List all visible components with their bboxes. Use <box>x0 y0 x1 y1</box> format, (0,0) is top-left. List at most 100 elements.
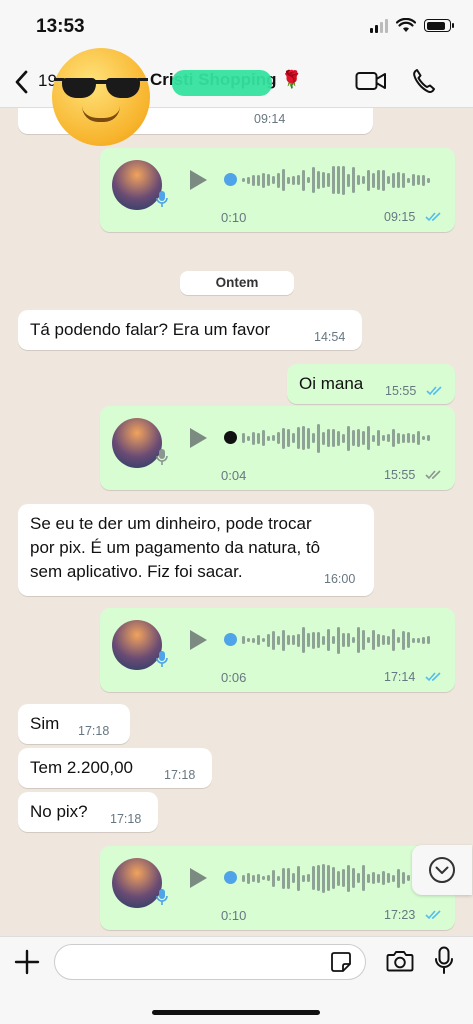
message-time: 17:14 <box>384 670 416 684</box>
playback-dot[interactable] <box>224 871 237 884</box>
waveform-bar <box>272 630 275 650</box>
playback-dot[interactable] <box>224 633 237 646</box>
waveform-bar <box>302 169 305 191</box>
waveform-bar <box>297 865 300 891</box>
phone-call-icon[interactable] <box>412 68 436 94</box>
plus-icon[interactable] <box>14 949 40 975</box>
message-time: 17:23 <box>384 908 416 922</box>
waveform-bar <box>292 873 295 883</box>
waveform-bar <box>357 429 360 447</box>
waveform-bar <box>262 638 265 642</box>
waveform-bar <box>362 630 365 650</box>
play-icon[interactable] <box>188 629 208 651</box>
waveform-bar <box>397 172 400 188</box>
message-bubble[interactable]: Se eu te der um dinheiro, pode trocar po… <box>18 504 374 596</box>
message-text: Oi mana <box>299 374 364 393</box>
message-bubble[interactable]: Sim 17:18 <box>18 704 130 744</box>
sticker-icon[interactable] <box>330 951 352 973</box>
waveform-bar <box>377 430 380 446</box>
waveform[interactable] <box>242 160 430 200</box>
voice-message[interactable]: 0:06 17:14 <box>100 608 455 692</box>
video-call-icon[interactable] <box>355 69 387 93</box>
waveform-bar <box>387 434 390 442</box>
waveform-bar <box>332 867 335 889</box>
waveform-bar <box>397 432 400 444</box>
signal-icon <box>370 18 388 33</box>
camera-icon[interactable] <box>386 949 414 973</box>
message-time: 15:55 <box>385 384 417 398</box>
waveform-bar <box>332 166 335 194</box>
waveform-bar <box>267 174 270 186</box>
waveform-bar <box>402 172 405 188</box>
waveform[interactable] <box>242 858 430 898</box>
waveform-bar <box>317 423 320 453</box>
waveform-bar <box>372 434 375 442</box>
voice-duration: 0:10 <box>221 908 247 923</box>
read-ticks-icon <box>425 212 441 222</box>
waveform-bar <box>392 172 395 188</box>
waveform-bar <box>262 430 265 446</box>
waveform-bar <box>387 635 390 645</box>
read-ticks-icon <box>426 386 442 396</box>
message-time: 14:54 <box>314 330 346 344</box>
waveform-bar <box>382 169 385 191</box>
waveform-bar <box>267 435 270 441</box>
waveform-bar <box>342 165 345 195</box>
waveform-bar <box>277 172 280 188</box>
message-text: Sim <box>30 714 60 733</box>
waveform-bar <box>337 626 340 654</box>
playback-dot[interactable] <box>224 173 237 186</box>
microphone-icon[interactable] <box>434 946 454 976</box>
read-ticks-icon <box>425 910 441 920</box>
waveform-bar <box>252 637 255 643</box>
message-time: 17:18 <box>78 724 110 738</box>
message-composer <box>0 936 473 1024</box>
waveform-bar <box>407 875 410 881</box>
waveform-bar <box>322 431 325 445</box>
read-ticks-icon <box>425 672 441 682</box>
message-input[interactable] <box>54 944 366 980</box>
waveform-bar <box>407 632 410 648</box>
waveform-bar <box>272 176 275 184</box>
message-bubble[interactable]: Tá podendo falar? Era um favor 14:54 <box>18 310 362 350</box>
waveform[interactable] <box>242 620 430 660</box>
mic-icon <box>156 889 168 905</box>
waveform-bar <box>262 876 265 880</box>
play-icon[interactable] <box>188 427 208 449</box>
message-time: 16:00 <box>324 572 356 586</box>
waveform-bar <box>322 863 325 893</box>
waveform-bar <box>267 633 270 647</box>
waveform-bar <box>347 633 350 647</box>
message-bubble[interactable]: No pix? 17:18 <box>18 792 158 832</box>
play-icon[interactable] <box>188 169 208 191</box>
waveform-bar <box>397 868 400 888</box>
voice-message[interactable]: 0:10 09:15 <box>100 148 455 232</box>
waveform-bar <box>252 431 255 445</box>
waveform-bar <box>312 631 315 649</box>
back-chevron-icon[interactable] <box>12 68 32 96</box>
scroll-to-bottom-button[interactable] <box>412 845 472 895</box>
waveform-bar <box>392 629 395 651</box>
chat-area[interactable]: 09:14 0:10 09:15 Ontem Tá podendo falar?… <box>0 108 473 936</box>
playback-dot[interactable] <box>224 431 237 444</box>
message-bubble[interactable]: Oi mana 15:55 <box>287 364 455 404</box>
status-bar: 13:53 <box>0 0 473 56</box>
waveform-bar <box>332 429 335 447</box>
waveform-bar <box>372 872 375 884</box>
waveform[interactable] <box>242 418 430 458</box>
waveform-bar <box>352 637 355 643</box>
message-bubble[interactable]: Tem 2.200,00 17:18 <box>18 748 212 788</box>
waveform-bar <box>302 627 305 653</box>
waveform-bar <box>362 176 365 184</box>
play-icon[interactable] <box>188 867 208 889</box>
message-time: 17:18 <box>164 768 196 782</box>
waveform-bar <box>252 874 255 882</box>
waveform-bar <box>307 427 310 449</box>
voice-message[interactable]: 0:04 15:55 <box>100 406 455 490</box>
waveform-bar <box>327 173 330 187</box>
waveform-bar <box>422 636 425 644</box>
waveform-bar <box>422 436 425 440</box>
message-time: 09:15 <box>384 210 416 224</box>
voice-message[interactable]: 0:10 17:23 <box>100 846 455 930</box>
waveform-bar <box>277 635 280 645</box>
